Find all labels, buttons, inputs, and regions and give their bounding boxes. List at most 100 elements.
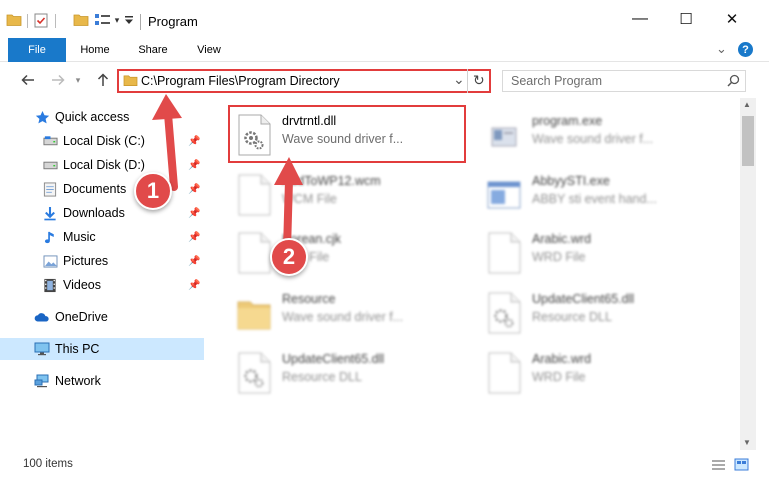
navigation-bar: ▾ C:\Program Files\Program Directory ⌄ ↻… xyxy=(0,62,769,98)
scroll-down-icon[interactable]: ▼ xyxy=(743,438,751,447)
up-arrow-icon xyxy=(97,73,109,86)
cloud-icon xyxy=(34,309,50,325)
file-name: program.exe xyxy=(532,114,603,128)
sidebar-item-music[interactable]: Music 📌 xyxy=(0,226,204,248)
chevron-down-icon[interactable]: ▾ xyxy=(112,12,122,28)
back-arrow-icon xyxy=(21,74,34,86)
exe-icon xyxy=(486,114,522,156)
minimize-icon: — xyxy=(632,10,648,27)
help-icon[interactable]: ? xyxy=(738,42,753,57)
blank-file-icon xyxy=(486,352,522,394)
title-separator xyxy=(140,14,141,30)
customize-toolbar-icon[interactable] xyxy=(123,12,135,28)
dll-gear-icon xyxy=(486,292,522,334)
file-name: Resource xyxy=(282,292,336,306)
forward-arrow-icon xyxy=(52,74,65,86)
download-arrow-icon xyxy=(42,205,58,221)
vertical-scrollbar[interactable]: ▲ ▼ xyxy=(740,98,756,450)
file-item-updateclient65-dll[interactable]: UpdateClient65.dll Resource DLL xyxy=(480,284,730,342)
refresh-icon[interactable]: ↻ xyxy=(473,72,485,89)
status-bar: 100 items xyxy=(0,450,769,490)
file-item-arabic-wrd[interactable]: Arabic.wrd WRD File xyxy=(480,224,730,282)
file-name: AbbyySTI.exe xyxy=(532,174,610,188)
exe-window-icon xyxy=(486,174,522,216)
minimize-button[interactable]: — xyxy=(617,4,663,34)
pin-icon[interactable]: 📌 xyxy=(188,232,200,243)
back-button[interactable] xyxy=(18,70,38,90)
title-bar: ▾ Program — ☐ ✕ xyxy=(0,0,769,38)
details-layout-icon[interactable] xyxy=(711,459,726,474)
details-view-icon[interactable] xyxy=(94,12,112,28)
step-1-badge: 1 xyxy=(134,172,172,210)
sidebar-item-label: This PC xyxy=(55,342,100,356)
step-2-badge: 2 xyxy=(270,238,308,276)
star-icon xyxy=(34,109,50,125)
sidebar-item-label: Network xyxy=(55,374,101,388)
sidebar-item-label: Local Disk (D:) xyxy=(63,158,145,172)
blank-file-icon xyxy=(236,232,272,274)
drive-icon xyxy=(42,133,58,149)
address-bar[interactable]: C:\Program Files\Program Directory ⌄ ↻ xyxy=(117,69,491,93)
ribbon-tab-bar: File Home Share View ⌄ ? xyxy=(0,38,769,62)
pin-icon[interactable]: 📌 xyxy=(188,208,200,219)
blank-file-icon xyxy=(486,232,522,274)
sidebar-item-videos[interactable]: Videos 📌 xyxy=(0,274,204,296)
recent-locations-chevron-icon[interactable]: ▾ xyxy=(72,70,84,90)
file-type: Wave sound driver f... xyxy=(282,310,404,324)
pin-icon[interactable]: 📌 xyxy=(188,280,200,291)
file-item-abbyysti-exe[interactable]: AbbyySTI.exe ABBY sti event hand... xyxy=(480,166,730,224)
pin-icon[interactable]: 📌 xyxy=(188,256,200,267)
toolbar-separator xyxy=(55,14,56,28)
file-type: Resource DLL xyxy=(532,310,612,324)
music-note-icon xyxy=(42,229,58,245)
pictures-icon xyxy=(42,253,58,269)
tab-home[interactable]: Home xyxy=(72,38,118,62)
properties-icon[interactable] xyxy=(33,12,49,28)
file-name: Arabic.wrd xyxy=(532,232,592,246)
file-item-program-exe[interactable]: program.exe Wave sound driver f... xyxy=(480,106,730,164)
large-icons-layout-icon[interactable] xyxy=(734,458,749,474)
address-dropdown-icon[interactable]: ⌄ xyxy=(453,71,465,88)
tab-share[interactable]: Share xyxy=(128,38,178,62)
tab-view[interactable]: View xyxy=(186,38,232,62)
forward-button[interactable] xyxy=(48,70,68,90)
maximize-button[interactable]: ☐ xyxy=(663,4,709,34)
sidebar-item-this-pc[interactable]: This PC xyxy=(0,338,204,360)
file-type: ABBY sti event hand... xyxy=(532,192,657,206)
file-item-resource-folder[interactable]: Resource Wave sound driver f... xyxy=(230,284,480,342)
scrollbar-thumb[interactable] xyxy=(742,116,754,166)
search-icon[interactable] xyxy=(727,74,740,90)
file-type: Wave sound driver f... xyxy=(532,132,654,146)
toolbar-separator xyxy=(27,14,28,28)
search-input[interactable]: Search Program xyxy=(502,70,746,92)
sidebar-item-label: Pictures xyxy=(63,254,109,268)
window-title: Program xyxy=(148,14,198,29)
folder-icon xyxy=(236,292,272,334)
blank-file-icon xyxy=(236,174,272,216)
item-count: 100 items xyxy=(23,458,73,470)
close-icon: ✕ xyxy=(725,11,739,28)
highlight-file-box xyxy=(228,105,466,163)
new-folder-icon[interactable] xyxy=(73,12,89,28)
address-divider xyxy=(467,69,468,93)
file-type: WRD File xyxy=(532,250,586,264)
file-item-arabic-wrd[interactable]: Arabic.wrd WRD File xyxy=(480,344,730,402)
sidebar-item-label: Quick access xyxy=(55,110,130,124)
up-button[interactable] xyxy=(94,70,112,90)
expand-ribbon-icon[interactable]: ⌄ xyxy=(716,41,727,57)
file-name: UpdateClient65.dll xyxy=(532,292,635,306)
file-type: Resource DLL xyxy=(282,370,362,384)
sidebar-item-network[interactable]: Network xyxy=(0,370,204,392)
folder-icon[interactable] xyxy=(6,12,22,28)
file-item-updateclient65-dll[interactable]: UpdateClient65.dll Resource DLL xyxy=(230,344,480,402)
tab-file[interactable]: File xyxy=(8,38,66,62)
sidebar-item-onedrive[interactable]: OneDrive xyxy=(0,306,204,328)
close-button[interactable]: ✕ xyxy=(709,4,755,34)
maximize-icon: ☐ xyxy=(679,11,693,28)
scroll-up-icon[interactable]: ▲ xyxy=(743,100,751,109)
sidebar-item-label: Documents xyxy=(63,182,127,196)
sidebar-item-downloads[interactable]: Downloads 📌 xyxy=(0,202,204,224)
file-type: WRD File xyxy=(532,370,586,384)
folder-icon xyxy=(123,74,138,90)
sidebar-item-pictures[interactable]: Pictures 📌 xyxy=(0,250,204,272)
